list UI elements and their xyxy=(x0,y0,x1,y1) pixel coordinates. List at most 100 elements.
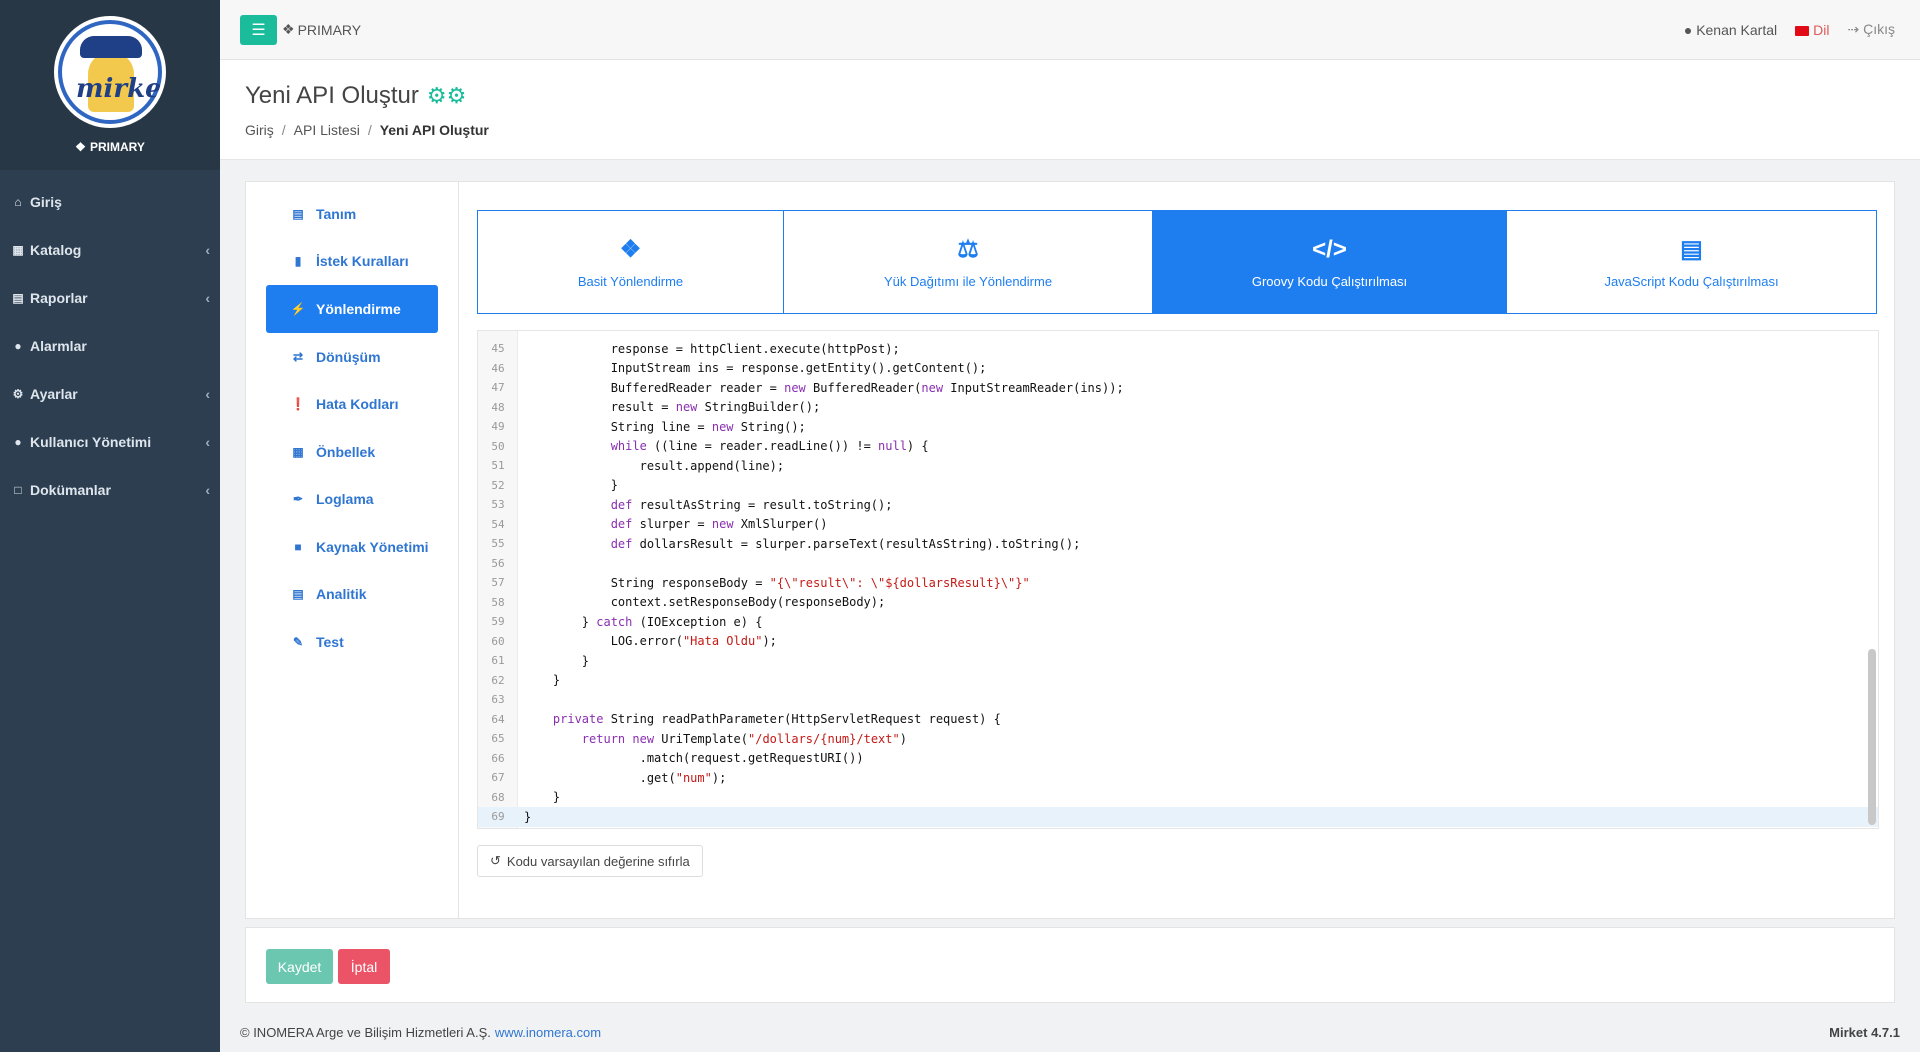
line-text: String line = new String(); xyxy=(524,419,806,434)
section-istek-kurallari[interactable]: ▮ İstek Kuralları xyxy=(246,238,458,286)
code-line[interactable]: 63 xyxy=(478,690,1878,710)
code-line[interactable]: 64 private String readPathParameter(Http… xyxy=(478,710,1878,730)
breadcrumb-item-giris[interactable]: Giriş xyxy=(245,122,274,138)
tab-basit-yonlendirme[interactable]: ❖ Basit Yönlendirme xyxy=(478,211,784,313)
code-line[interactable]: 55 def dollarsResult = slurper.parseText… xyxy=(478,534,1878,554)
sidebar-item-kullanici-yonetimi[interactable]: ● Kullanıcı Yönetimi ‹ xyxy=(0,418,220,466)
code-line[interactable]: 53 def resultAsString = result.toString(… xyxy=(478,495,1878,515)
menu-toggle-button[interactable]: ☰ xyxy=(240,14,277,45)
code-line[interactable]: 56 xyxy=(478,554,1878,574)
logout-link[interactable]: ⇢ Çıkış xyxy=(1847,21,1895,38)
exchange-icon: ⇄ xyxy=(292,349,304,364)
line-text: String responseBody = "{\"result\": \"${… xyxy=(524,575,1030,590)
tab-yuk-dagitimi[interactable]: ⚖ Yük Dağıtımı ile Yönlendirme xyxy=(784,211,1153,313)
memory-icon: ▦ xyxy=(292,444,304,459)
code-line[interactable]: 51 result.append(line); xyxy=(478,456,1878,476)
footer: © INOMERA Arge ve Bilişim Hizmetleri A.Ş… xyxy=(220,1012,1920,1052)
code-line[interactable]: 49 String line = new String(); xyxy=(478,417,1878,437)
sidebar-item-alarmlar[interactable]: ● Alarmlar xyxy=(0,322,220,370)
breadcrumb-item-current: Yeni API Oluştur xyxy=(379,122,489,138)
code-line[interactable]: 69} xyxy=(478,807,1878,827)
section-yonlendirme[interactable]: ⚡ Yönlendirme xyxy=(266,285,438,333)
breadcrumb: Giriş / API Listesi / Yeni API Oluştur xyxy=(245,122,489,138)
line-number: 60 xyxy=(491,634,505,648)
code-line[interactable]: 47 BufferedReader reader = new BufferedR… xyxy=(478,378,1878,398)
cancel-button[interactable]: İptal xyxy=(338,949,390,984)
code-line[interactable]: 48 result = new StringBuilder(); xyxy=(478,398,1878,418)
section-loglama[interactable]: ✒ Loglama xyxy=(246,476,458,524)
section-donusum[interactable]: ⇄ Dönüşüm xyxy=(246,333,458,381)
code-line[interactable]: 60 LOG.error("Hata Oldu"); xyxy=(478,632,1878,652)
breadcrumb-item-api-listesi[interactable]: API Listesi xyxy=(294,122,360,138)
sidebar-item-giris[interactable]: ⌂ Giriş xyxy=(0,178,220,226)
code-editor[interactable]: 45 response = httpClient.execute(httpPos… xyxy=(477,330,1879,829)
topbar: ☰ ❖ PRIMARY ● Kenan Kartal Dil ⇢ Çıkış xyxy=(220,0,1920,60)
line-number: 49 xyxy=(491,420,505,434)
section-kaynak-yonetimi[interactable]: ■ Kaynak Yönetimi xyxy=(246,523,458,571)
tab-groovy-kodu[interactable]: </> Groovy Kodu Çalıştırılması xyxy=(1153,211,1507,313)
tab-javascript-kodu[interactable]: ▤ JavaScript Kodu Çalıştırılması xyxy=(1507,211,1876,313)
mirket-logo[interactable]: mirket xyxy=(54,16,166,128)
chevron-left-icon: ‹ xyxy=(205,290,210,306)
code-line[interactable]: 59 } catch (IOException e) { xyxy=(478,612,1878,632)
line-number: 51 xyxy=(491,459,505,473)
sidebar-item-katalog[interactable]: ▦ Katalog ‹ xyxy=(0,226,220,274)
editor-scrollbar[interactable] xyxy=(1868,649,1876,825)
inomera-link[interactable]: www.inomera.com xyxy=(495,1025,601,1040)
code-line[interactable]: 66 .match(request.getRequestURI()) xyxy=(478,749,1878,769)
chart-icon: ▤ xyxy=(12,291,24,305)
line-text: .get("num"); xyxy=(524,770,727,785)
section-analitik[interactable]: ▤ Analitik xyxy=(246,571,458,619)
sidebar-item-raporlar[interactable]: ▤ Raporlar ‹ xyxy=(0,274,220,322)
user-icon: ● xyxy=(1683,21,1693,38)
copyright-text: © INOMERA Arge ve Bilişim Hizmetleri A.Ş… xyxy=(240,1024,491,1040)
code-line[interactable]: 62 } xyxy=(478,671,1878,691)
section-tanim[interactable]: ▤ Tanım xyxy=(246,190,458,238)
code-line[interactable]: 61 } xyxy=(478,651,1878,671)
area-chart-icon: ▤ xyxy=(292,587,304,602)
section-hata-kodlari[interactable]: ❗ Hata Kodları xyxy=(246,381,458,429)
code-line[interactable]: 67 .get("num"); xyxy=(478,768,1878,788)
puzzle-icon: ❖ xyxy=(619,236,642,263)
chevron-left-icon: ‹ xyxy=(205,434,210,450)
code-line[interactable]: 58 context.setResponseBody(responseBody)… xyxy=(478,593,1878,613)
home-icon: ⌂ xyxy=(14,195,22,209)
code-line[interactable]: 57 String responseBody = "{\"result\": \… xyxy=(478,573,1878,593)
code-line[interactable]: 52 } xyxy=(478,476,1878,496)
form-actions: Kaydet İptal xyxy=(245,927,1895,1003)
sidebar-item-ayarlar[interactable]: ⚙ Ayarlar ‹ xyxy=(0,370,220,418)
code-line[interactable]: 65 return new UriTemplate("/dollars/{num… xyxy=(478,729,1878,749)
code-line[interactable]: 54 def slurper = new XmlSlurper() xyxy=(478,515,1878,535)
save-button[interactable]: Kaydet xyxy=(266,949,333,984)
sitemap-icon: ▦ xyxy=(12,243,24,257)
lock-icon: ■ xyxy=(294,539,302,554)
reset-code-button[interactable]: ↺ Kodu varsayılan değerine sıfırla xyxy=(477,845,703,877)
breadcrumb-separator: / xyxy=(367,122,372,138)
section-onbellek[interactable]: ▦ Önbellek xyxy=(246,428,458,476)
sidebar-item-dokumanlar[interactable]: □ Dokümanlar ‹ xyxy=(0,466,220,514)
exclamation-icon: ❗ xyxy=(290,397,306,412)
code-line[interactable]: 68 } xyxy=(478,788,1878,808)
user-menu[interactable]: ● Kenan Kartal xyxy=(1684,22,1777,38)
section-test[interactable]: ✎ Test xyxy=(246,618,458,666)
file-icon: □ xyxy=(14,483,22,497)
language-menu[interactable]: Dil xyxy=(1795,22,1829,38)
book-icon: ▮ xyxy=(294,254,302,269)
code-line[interactable]: 46 InputStream ins = response.getEntity(… xyxy=(478,359,1878,379)
line-number: 47 xyxy=(491,381,505,395)
sidebar: mirket ❖ PRIMARY ⌂ Giriş ▦ Katalog ‹ ▤ R… xyxy=(0,0,220,1052)
line-number: 66 xyxy=(491,751,505,765)
line-text: result.append(line); xyxy=(524,458,785,473)
code-line[interactable]: 50 while ((line = reader.readLine()) != … xyxy=(478,437,1878,457)
pencil-icon: ✎ xyxy=(292,634,304,649)
laptop-code-icon: ▤ xyxy=(1680,236,1703,263)
line-number: 50 xyxy=(491,439,505,453)
line-text: } catch (IOException e) { xyxy=(524,614,763,629)
code-line[interactable]: 45 response = httpClient.execute(httpPos… xyxy=(478,339,1878,359)
line-number: 48 xyxy=(491,400,505,414)
line-number: 62 xyxy=(491,673,505,687)
page-header: Yeni API Oluştur ⚙⚙ Giriş / API Listesi … xyxy=(220,60,1920,160)
code-lines[interactable]: 45 response = httpClient.execute(httpPos… xyxy=(478,339,1878,827)
line-text: private String readPathParameter(HttpSer… xyxy=(552,712,1001,727)
line-number: 64 xyxy=(491,712,505,726)
